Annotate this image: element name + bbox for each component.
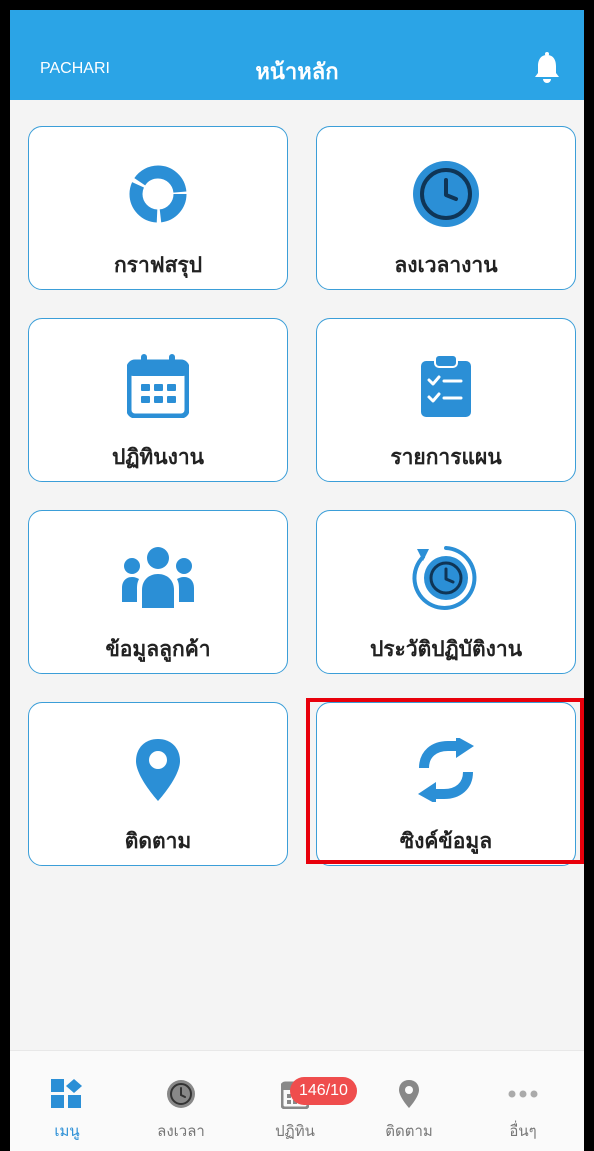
app-header: PACHARI หน้าหลัก <box>10 10 584 100</box>
tile-label: ติดตาม <box>124 829 192 853</box>
bell-icon[interactable] <box>534 52 560 84</box>
people-group-icon <box>29 543 287 613</box>
clock-icon <box>317 159 575 229</box>
clipboard-checklist-icon <box>317 351 575 421</box>
location-pin-icon <box>352 1077 466 1111</box>
highlight-box <box>306 698 584 864</box>
tile-tracking[interactable]: ติดตาม <box>28 702 288 866</box>
clock-icon <box>124 1077 238 1111</box>
tile-time-attendance[interactable]: ลงเวลางาน <box>316 126 576 290</box>
nav-label: ติดตาม <box>385 1122 433 1140</box>
tile-customer-data[interactable]: ข้อมูลลูกค้า <box>28 510 288 674</box>
history-clock-icon <box>317 543 575 613</box>
calendar-icon <box>29 351 287 421</box>
tile-label: รายการแผน <box>390 445 502 469</box>
more-dots-icon <box>466 1077 580 1111</box>
nav-item-tracking[interactable]: ติดตาม <box>352 1051 466 1151</box>
tile-label: กราฟสรุป <box>113 253 203 277</box>
tile-work-history[interactable]: ประวัติปฏิบัติงาน <box>316 510 576 674</box>
tile-label: ลงเวลางาน <box>394 253 498 277</box>
nav-item-calendar[interactable]: 146/10 ปฏิทิน <box>238 1051 357 1151</box>
tile-label: ข้อมูลลูกค้า <box>105 637 211 661</box>
phone-screen: PACHARI หน้าหลัก กราฟสรุป ลงเวลางาน ปฏิท… <box>0 0 594 1151</box>
nav-label: ปฏิทิน <box>275 1122 315 1140</box>
nav-label: อื่นๆ <box>509 1122 537 1140</box>
page-title: หน้าหลัก <box>255 60 339 85</box>
donut-chart-icon <box>29 159 287 229</box>
nav-item-clock-in[interactable]: ลงเวลา <box>124 1051 238 1151</box>
tile-plan-list[interactable]: รายการแผน <box>316 318 576 482</box>
bottom-nav: เมนู ลงเวลา 146/10 ปฏิทิน ติดตาม อื่นๆ <box>10 1050 584 1151</box>
nav-label: ลงเวลา <box>157 1122 205 1140</box>
tile-summary-chart[interactable]: กราฟสรุป <box>28 126 288 290</box>
location-pin-icon <box>29 735 287 805</box>
nav-item-menu[interactable]: เมนู <box>10 1051 124 1151</box>
nav-label: เมนู <box>54 1122 80 1140</box>
nav-item-more[interactable]: อื่นๆ <box>466 1051 580 1151</box>
menu-content: กราฟสรุป ลงเวลางาน ปฏิทินงาน รายการแผน ข… <box>10 100 584 1050</box>
tile-work-calendar[interactable]: ปฏิทินงาน <box>28 318 288 482</box>
menu-grid-icon <box>10 1077 124 1111</box>
tile-label: ปฏิทินงาน <box>111 445 205 469</box>
tile-label: ประวัติปฏิบัติงาน <box>369 637 523 661</box>
notification-badge: 146/10 <box>290 1077 357 1105</box>
